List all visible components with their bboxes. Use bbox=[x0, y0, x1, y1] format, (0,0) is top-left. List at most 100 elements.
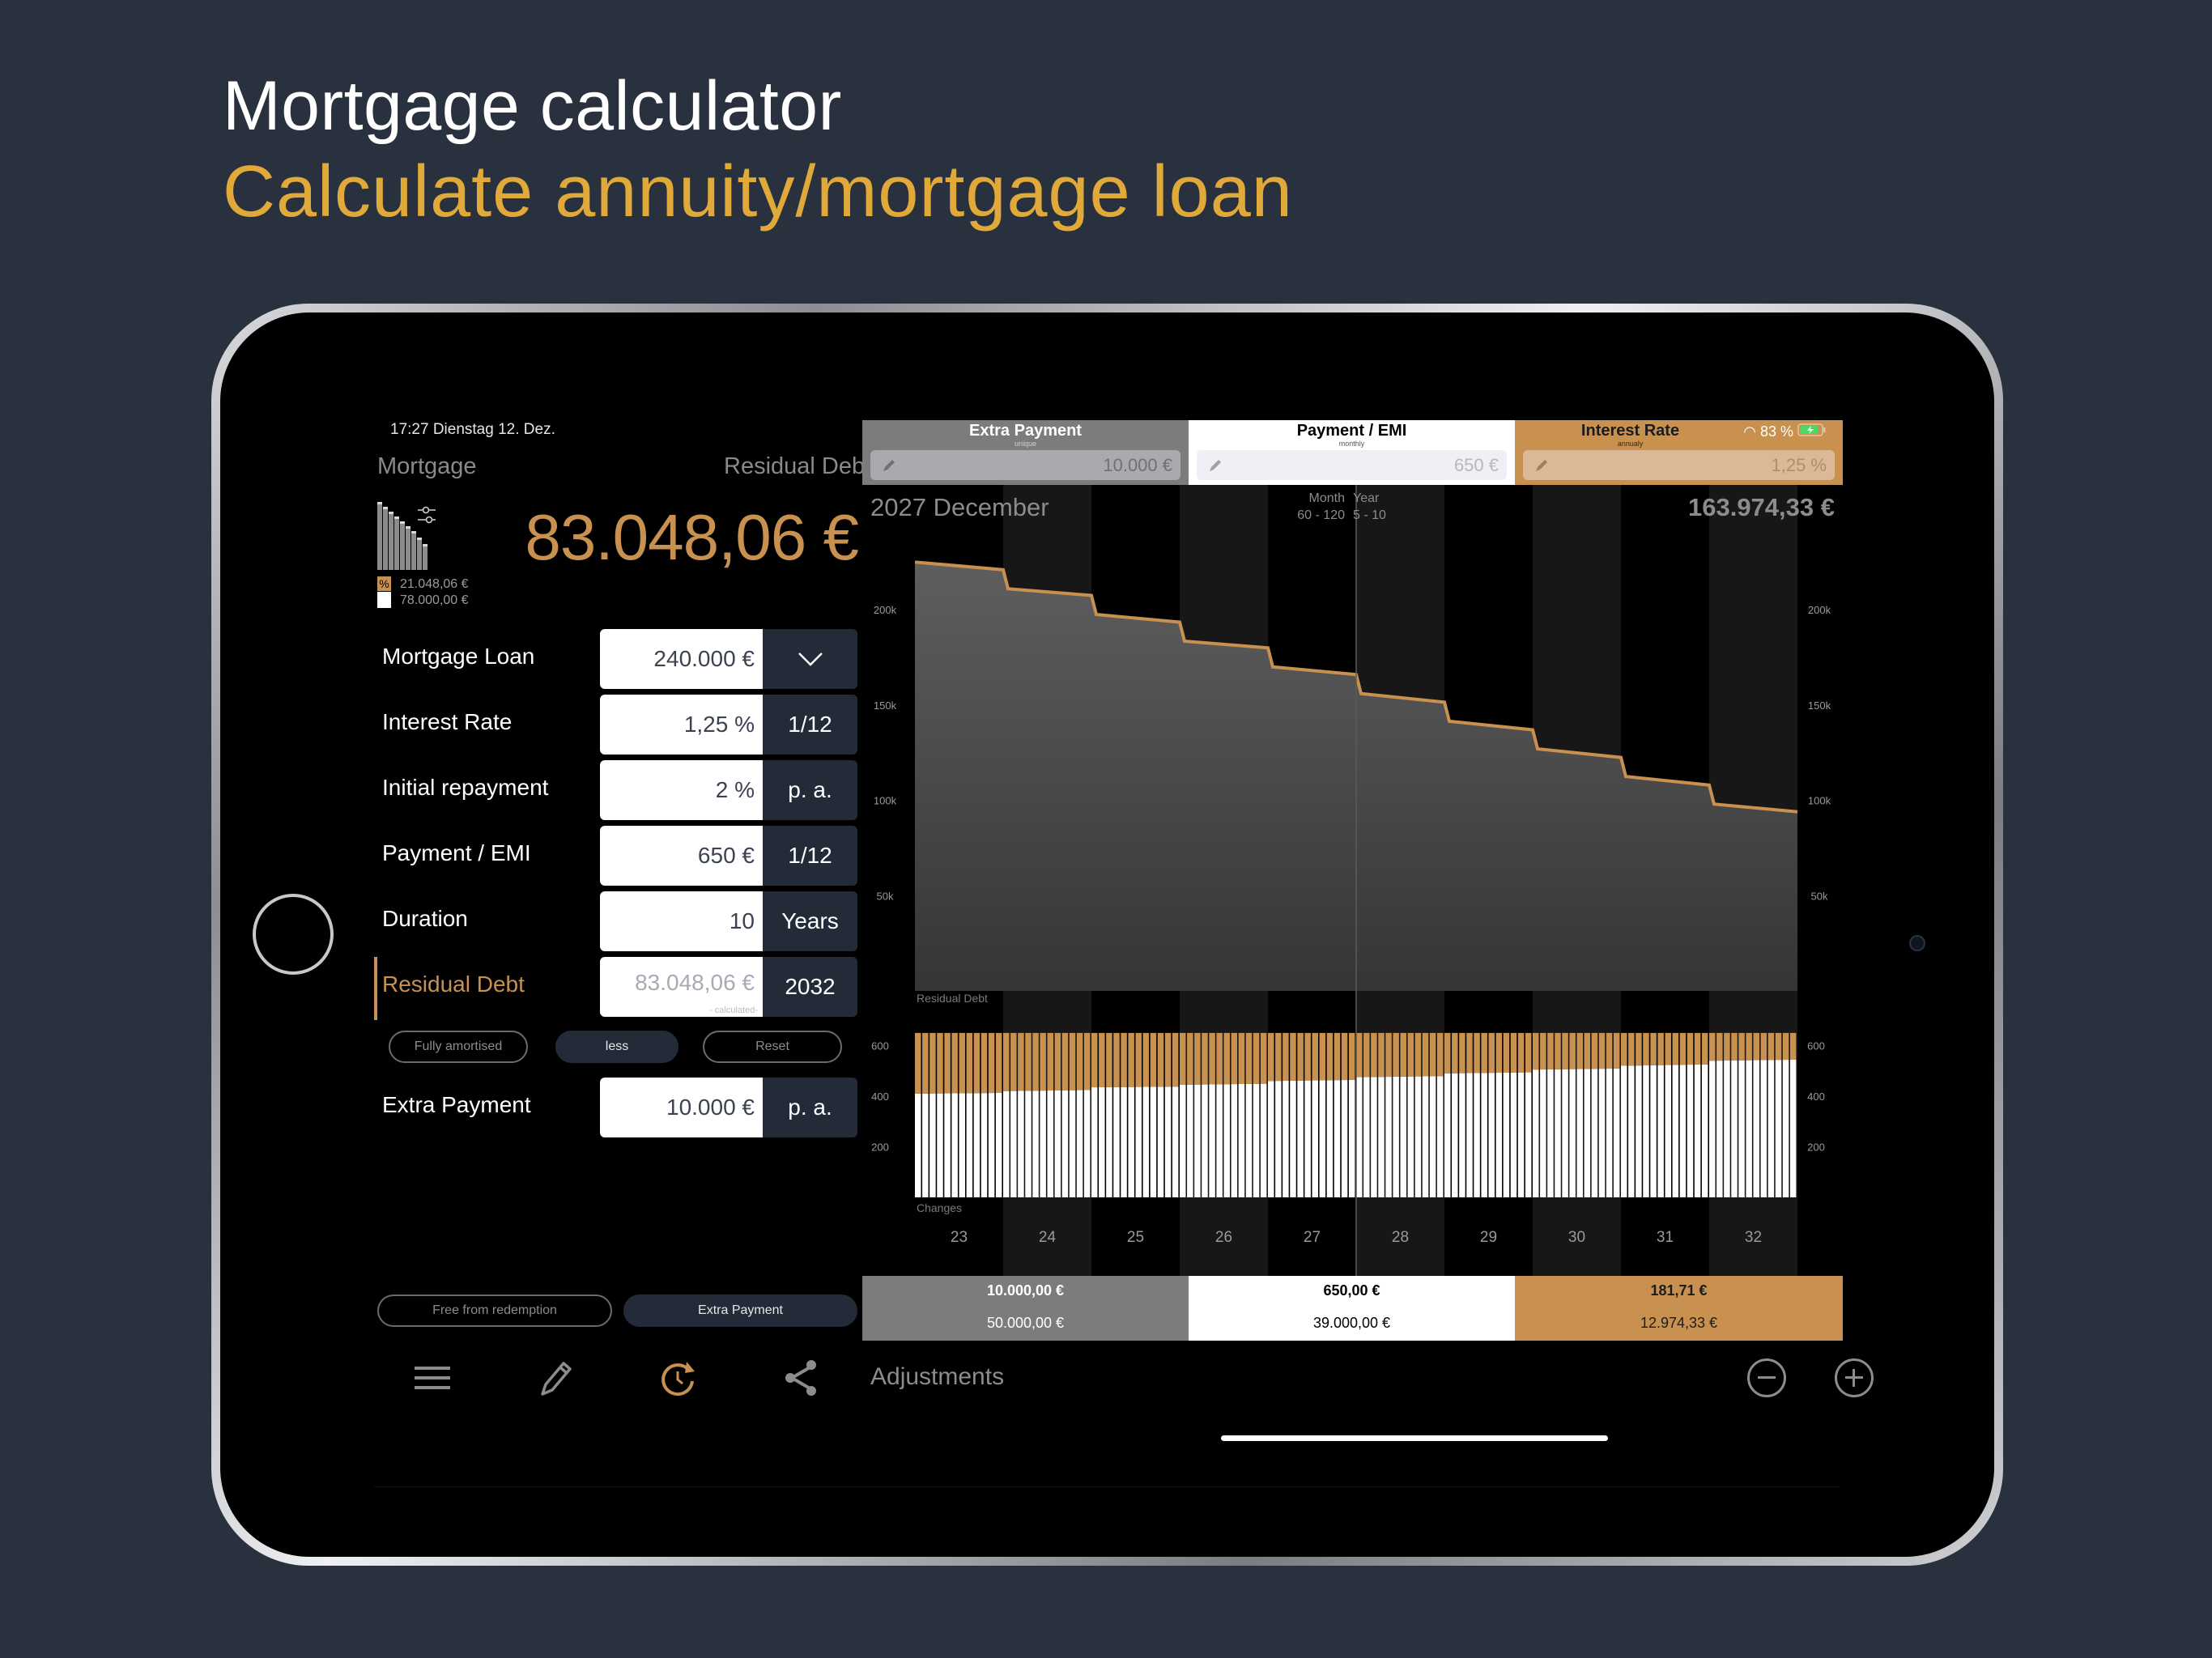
repayment-bar bbox=[1746, 1060, 1752, 1197]
interest-bar bbox=[1371, 1032, 1377, 1078]
sliders-icon[interactable] bbox=[416, 505, 437, 526]
initial-repayment-period[interactable]: p. a. bbox=[763, 760, 857, 820]
x-tick-label: 29 bbox=[1480, 1229, 1497, 1246]
extra-payment-period[interactable]: p. a. bbox=[763, 1078, 857, 1137]
payment-emi-header[interactable]: Payment / EMI monthly 650 € bbox=[1189, 420, 1515, 485]
fully-amortised-button[interactable]: Fully amortised bbox=[389, 1031, 528, 1063]
repayment-bar bbox=[1099, 1086, 1105, 1197]
reset-button[interactable]: Reset bbox=[703, 1031, 842, 1063]
residual-debt-input[interactable]: 83.048,06 € - calculated- bbox=[600, 957, 763, 1017]
repayment-bar bbox=[1716, 1061, 1723, 1197]
share-icon[interactable] bbox=[777, 1354, 826, 1402]
interest-rate-input[interactable]: 1,25 % bbox=[600, 695, 763, 755]
interest-rate-period[interactable]: 1/12 bbox=[763, 695, 857, 755]
interest-total: 21.048,06 € bbox=[400, 577, 469, 591]
bar-y-tick-left: 400 bbox=[871, 1090, 889, 1103]
history-icon[interactable] bbox=[654, 1354, 703, 1402]
repayment-bar bbox=[1356, 1077, 1363, 1197]
mortgage-loan-input[interactable]: 240.000 € bbox=[600, 629, 763, 689]
interest-bar bbox=[995, 1032, 1002, 1094]
year-range: Year 5 - 10 bbox=[1353, 490, 1386, 524]
repayment-bar bbox=[1180, 1084, 1186, 1197]
less-button[interactable]: less bbox=[555, 1031, 678, 1063]
repayment-bar bbox=[1393, 1076, 1399, 1197]
mini-bar bbox=[417, 538, 422, 570]
chevron-down-icon bbox=[798, 653, 823, 666]
repayment-bar bbox=[973, 1093, 981, 1197]
repayment-bar bbox=[1238, 1084, 1245, 1197]
adjustments-label: Adjustments bbox=[870, 1363, 1005, 1390]
duration-input[interactable]: 10 bbox=[600, 891, 763, 951]
initial-repayment-input[interactable]: 2 % bbox=[600, 760, 763, 820]
interest-bar bbox=[1510, 1032, 1517, 1073]
interest-bar bbox=[1436, 1032, 1444, 1077]
interest-bar bbox=[1621, 1032, 1627, 1066]
interest-bar bbox=[1672, 1032, 1679, 1065]
bar-y-tick-left: 200 bbox=[871, 1141, 889, 1154]
interest-bar bbox=[1503, 1032, 1510, 1073]
selected-total: 163.974,33 € bbox=[1687, 493, 1835, 521]
x-tick-label: 31 bbox=[1657, 1229, 1674, 1246]
interest-bar bbox=[988, 1032, 995, 1094]
repayment-bar bbox=[1709, 1061, 1716, 1197]
bar-chart-icon[interactable] bbox=[377, 502, 450, 570]
home-button[interactable] bbox=[253, 894, 334, 975]
extra-payment-row: Extra Payment 10.000 € p. a. bbox=[374, 1078, 857, 1137]
repayment-bar bbox=[1466, 1073, 1473, 1197]
residual-debt-label: Residual Debt bbox=[724, 453, 872, 479]
residual-debt-value: 83.048,06 € bbox=[635, 970, 755, 995]
extra-payment-header[interactable]: Extra Payment unique 10.000 € bbox=[862, 420, 1189, 485]
repayment-bar bbox=[1672, 1065, 1679, 1197]
year-range-value: 5 - 10 bbox=[1353, 508, 1386, 522]
year-label: Year bbox=[1353, 491, 1380, 505]
interest-bar bbox=[1099, 1032, 1105, 1087]
chart-area[interactable]: 50k 50k 100k 100k 150k 150k 200k 200k Residual D… bbox=[862, 485, 1843, 1276]
interest-bar bbox=[1164, 1032, 1172, 1087]
interest-bar bbox=[1245, 1032, 1253, 1084]
bar-y-tick-left: 600 bbox=[871, 1040, 889, 1052]
repayment-bar bbox=[1253, 1083, 1260, 1197]
plus-circle-icon[interactable] bbox=[1835, 1358, 1874, 1397]
y-tick-left: 150k bbox=[874, 699, 897, 712]
interest-bar bbox=[1789, 1032, 1797, 1060]
repayment-bar bbox=[1562, 1069, 1568, 1197]
interest-rate-header-subtitle: annualy bbox=[1617, 440, 1644, 448]
residual-debt-chart[interactable]: 50k 50k 100k 100k 150k 150k 200k 200k Residual D… bbox=[862, 485, 1843, 1276]
mortgage-loan-dropdown[interactable] bbox=[763, 629, 857, 689]
interest-rate-header[interactable]: Interest Rate annualy ◠ 83 % 1,25 % bbox=[1515, 420, 1843, 485]
extra-payment-header-field[interactable]: 10.000 € bbox=[870, 450, 1180, 480]
repayment-bar bbox=[1275, 1081, 1282, 1197]
extra-payment-mode-button[interactable]: Extra Payment bbox=[623, 1295, 857, 1327]
interest-bar bbox=[981, 1032, 988, 1094]
interest-bar bbox=[1429, 1032, 1436, 1077]
interest-bar bbox=[1268, 1032, 1274, 1082]
repayment-bar bbox=[937, 1093, 943, 1197]
payment-emi-period[interactable]: 1/12 bbox=[763, 826, 857, 886]
x-tick-label: 23 bbox=[951, 1229, 968, 1246]
repayment-bar bbox=[1459, 1073, 1465, 1197]
interest-bar bbox=[1025, 1032, 1032, 1091]
payment-emi-header-field[interactable]: 650 € bbox=[1197, 450, 1507, 480]
payment-emi-input[interactable]: 650 € bbox=[600, 826, 763, 886]
month-range: Month 60 - 120 bbox=[1283, 490, 1345, 524]
interest-bar bbox=[1466, 1032, 1473, 1073]
interest-bar bbox=[1709, 1032, 1716, 1061]
free-from-redemption-button[interactable]: Free from redemption bbox=[377, 1295, 612, 1327]
interest-rate-header-field[interactable]: 1,25 % bbox=[1523, 450, 1835, 480]
repayment-bar bbox=[1503, 1072, 1510, 1197]
interest-bar bbox=[1562, 1032, 1568, 1069]
repayment-bar bbox=[1164, 1086, 1172, 1197]
mortgage-title: Mortgage bbox=[377, 453, 477, 479]
app-screen: 17:27 Dienstag 12. Dez. Mortgage Residua… bbox=[374, 420, 1874, 1487]
repayment-bar bbox=[1598, 1069, 1606, 1197]
residual-debt-year[interactable]: 2032 bbox=[763, 957, 857, 1017]
duration-unit[interactable]: Years bbox=[763, 891, 857, 951]
extra-payment-input[interactable]: 10.000 € bbox=[600, 1078, 763, 1137]
home-indicator[interactable] bbox=[1221, 1435, 1608, 1441]
pencil-icon[interactable] bbox=[531, 1354, 580, 1402]
interest-bar bbox=[1032, 1032, 1039, 1091]
menu-icon[interactable] bbox=[408, 1354, 457, 1402]
minus-circle-icon[interactable] bbox=[1747, 1358, 1786, 1397]
repayment-bar bbox=[1760, 1060, 1767, 1197]
repayment-bar bbox=[966, 1093, 973, 1197]
